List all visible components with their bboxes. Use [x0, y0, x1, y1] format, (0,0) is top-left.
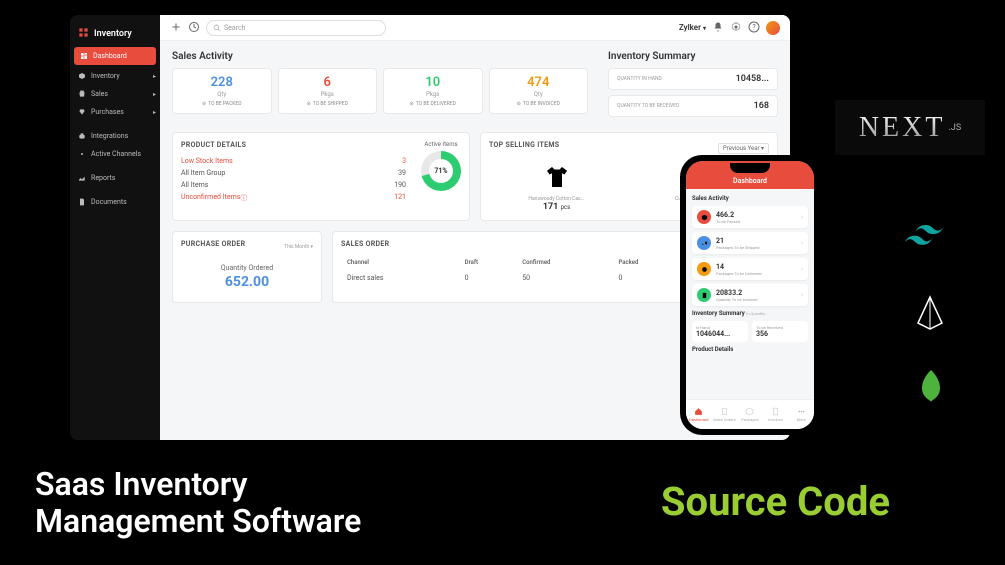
tab-packages[interactable]: Packages [737, 400, 763, 429]
sales-activity-title: Sales Activity [172, 51, 588, 62]
mongodb-icon [920, 370, 942, 406]
check-icon: ⊘ [202, 101, 206, 107]
nav-purchases[interactable]: Purchases ▸ [70, 103, 160, 121]
box-icon [697, 210, 711, 224]
phone-inv-receive: To be Received356 [752, 321, 808, 342]
topbar: Search Zylker ▾ ? [160, 15, 790, 41]
check-icon: ⊘ [517, 101, 521, 107]
check-icon: ⊘ [307, 101, 311, 107]
headline-left: Saas Inventory Management Software [35, 466, 361, 540]
history-icon[interactable] [188, 18, 200, 37]
phone-mockup: Dashboard Sales Activity 466.2To be Pack… [680, 155, 820, 435]
nav-reports[interactable]: Reports [70, 169, 160, 187]
invoice-icon [697, 288, 711, 302]
prisma-icon [915, 295, 945, 335]
gear-icon[interactable] [730, 18, 742, 37]
chevron-right-icon: ▸ [153, 109, 156, 116]
stat-to-be-packed[interactable]: 228 Qty ⊘TO BE PACKED [172, 68, 272, 114]
help-icon[interactable]: ? [748, 18, 760, 37]
org-selector[interactable]: Zylker ▾ [679, 23, 706, 32]
phone-inv-title: Inventory Summary In Quantity [692, 310, 808, 317]
nav-channels[interactable]: Active Channels [70, 145, 160, 163]
nextjs-logo: NEXT.JS [835, 100, 985, 155]
chevron-right-icon: ▸ [153, 73, 156, 80]
product-image-icon [539, 159, 574, 194]
bell-icon[interactable] [712, 18, 724, 37]
phone-pd-title: Product Details [692, 346, 808, 353]
phone-card-packed[interactable]: 466.2To be Packed › [692, 206, 808, 228]
tab-dashboard[interactable]: Dashboard [686, 400, 712, 429]
check-icon: ⊘ [410, 101, 414, 107]
brand-name: Inventory [94, 29, 132, 39]
search-icon [213, 24, 221, 32]
inventory-summary-title: Inventory Summary [608, 51, 778, 62]
svg-text:?: ? [752, 24, 756, 32]
sidebar: Inventory Dashboard Inventory ▸ Sales ▸ … [70, 15, 160, 440]
chevron-right-icon: › [801, 213, 803, 221]
stat-to-be-invoiced[interactable]: 474 Qty ⊘TO BE INVOICED [489, 68, 589, 114]
nav-sales[interactable]: Sales ▸ [70, 85, 160, 103]
inv-in-hand: QUANTITY IN HAND 10458... [608, 68, 778, 90]
pd-unconfirmed[interactable]: Unconfirmed Items ⓘ121 [181, 191, 406, 205]
tab-invoices[interactable]: Invoices [763, 400, 789, 429]
phone-activity-title: Sales Activity [692, 195, 808, 202]
phone-card-delivered[interactable]: 14Packages To be Delivered › [692, 258, 808, 280]
po-quantity: 652.00 [181, 274, 313, 290]
tab-more[interactable]: More [788, 400, 814, 429]
chevron-right-icon: › [801, 291, 803, 299]
chevron-right-icon: › [801, 239, 803, 247]
product-details-panel: PRODUCT DETAILS Low Stock Items3 All Ite… [172, 132, 470, 221]
pd-all-items[interactable]: All Items190 [181, 179, 406, 191]
active-items-donut: 71% [421, 151, 461, 191]
plus-icon[interactable] [170, 18, 182, 37]
phone-inv-in-hand: In Hand1046044... [692, 321, 748, 342]
active-items-label: Active Items [424, 141, 457, 148]
inv-to-receive: QUANTITY TO BE RECEIVED 168 [608, 95, 778, 117]
pd-item-group[interactable]: All Item Group39 [181, 167, 406, 179]
avatar[interactable] [766, 21, 780, 35]
stat-to-be-shipped[interactable]: 6 Pkgs ⊘TO BE SHIPPED [278, 68, 378, 114]
headline-right: Source Code [661, 478, 890, 525]
purchase-order-panel: PURCHASE ORDER This Month ▾ Quantity Ord… [172, 231, 322, 303]
po-period-filter[interactable]: This Month ▾ [284, 244, 313, 250]
phone-card-invoiced[interactable]: 20833.2Quantity To be Invoiced › [692, 284, 808, 306]
phone-notch [730, 163, 770, 173]
nav-inventory[interactable]: Inventory ▸ [70, 67, 160, 85]
tailwind-icon [905, 220, 950, 252]
inventory-icon [78, 27, 89, 41]
top-item-1[interactable]: Hanswoody Cotton Cas... 171 pcs [489, 159, 624, 212]
stat-to-be-delivered[interactable]: 10 Pkgs ⊘TO BE DELIVERED [383, 68, 483, 114]
truck-icon [697, 236, 711, 250]
tab-sales-orders[interactable]: Sales Orders [712, 400, 738, 429]
phone-card-shipped[interactable]: 21Packages To be Shipped › [692, 232, 808, 254]
nav-documents[interactable]: Documents [70, 193, 160, 211]
chevron-right-icon: ▸ [153, 91, 156, 98]
search-input[interactable]: Search [206, 20, 386, 36]
nav-integrations[interactable]: Integrations [70, 127, 160, 145]
deliver-icon [697, 262, 711, 276]
nav-dashboard[interactable]: Dashboard [74, 47, 156, 65]
chevron-right-icon: › [801, 265, 803, 273]
pd-low-stock[interactable]: Low Stock Items3 [181, 155, 406, 167]
phone-tabbar: Dashboard Sales Orders Packages Invoices… [686, 399, 814, 429]
brand-logo: Inventory [70, 23, 160, 45]
ts-period-filter[interactable]: Previous Year ▾ [718, 143, 769, 154]
